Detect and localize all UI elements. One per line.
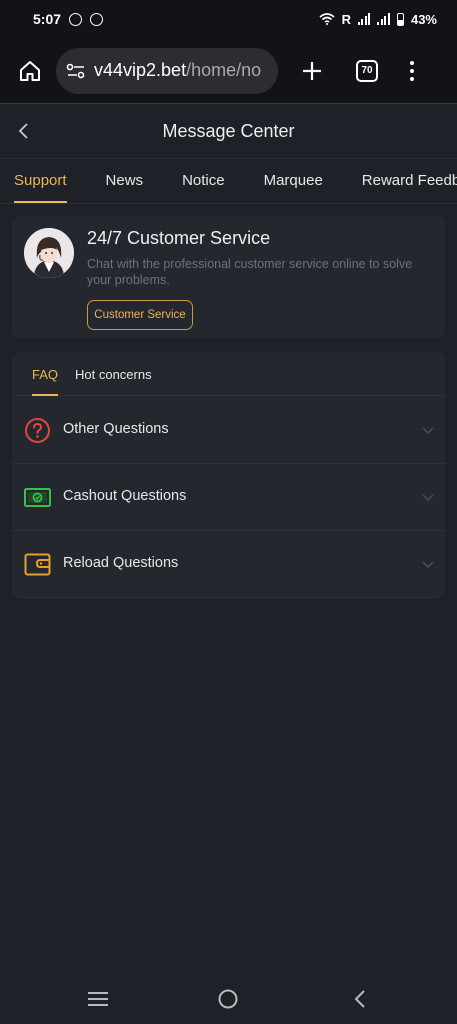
back-nav-icon[interactable] bbox=[347, 986, 373, 1012]
tab-news[interactable]: News bbox=[106, 160, 144, 203]
more-menu-icon[interactable] bbox=[400, 53, 424, 89]
faq-item-label: Cashout Questions bbox=[63, 488, 187, 504]
url-domain: v44vip2.bet bbox=[94, 60, 187, 80]
faq-item-label: Reload Questions bbox=[63, 555, 179, 571]
battery-level: 43% bbox=[410, 11, 437, 27]
signal-icon-2 bbox=[377, 13, 390, 25]
chevron-down-icon bbox=[422, 494, 434, 502]
page-header: Message Center bbox=[0, 105, 457, 159]
message-tabs: Support News Notice Marquee Reward Feedb bbox=[0, 160, 457, 204]
home-nav-icon[interactable] bbox=[215, 986, 241, 1012]
faq-tabs: FAQ Hot concerns bbox=[12, 352, 445, 396]
chevron-down-icon bbox=[422, 427, 434, 435]
url-text[interactable]: v44vip2.bet/home/no bbox=[94, 60, 261, 81]
tab-count: 70 bbox=[361, 65, 373, 76]
tab-support[interactable]: Support bbox=[14, 160, 67, 203]
wifi-icon bbox=[319, 13, 335, 25]
signal-icon bbox=[357, 13, 371, 25]
status-bar: 5:07 R 43% bbox=[0, 0, 457, 38]
tab-notice[interactable]: Notice bbox=[182, 160, 225, 203]
wallet-icon bbox=[24, 553, 51, 576]
system-navigation-bar bbox=[0, 972, 457, 1024]
browser-toolbar: v44vip2.bet/home/no 70 bbox=[0, 38, 457, 104]
faq-item-reload[interactable]: Reload Questions bbox=[12, 531, 445, 598]
faq-item-cashout[interactable]: Cashout Questions bbox=[12, 464, 445, 531]
faq-item-other[interactable]: Other Questions bbox=[12, 397, 445, 464]
back-icon[interactable] bbox=[12, 119, 36, 143]
new-tab-icon[interactable] bbox=[294, 53, 330, 89]
customer-service-card: 24/7 Customer Service Chat with the prof… bbox=[12, 216, 445, 338]
tab-faq[interactable]: FAQ bbox=[32, 352, 59, 396]
address-bar[interactable]: v44vip2.bet/home/no bbox=[56, 47, 278, 94]
chrome-icon bbox=[90, 12, 104, 26]
faq-card: FAQ Hot concerns Other Questions Cashout… bbox=[12, 352, 445, 598]
tab-switcher-button[interactable]: 70 bbox=[356, 59, 378, 82]
site-settings-icon[interactable] bbox=[64, 59, 88, 83]
customer-service-title: 24/7 Customer Service bbox=[87, 228, 271, 248]
tab-reward-feedback[interactable]: Reward Feedb bbox=[362, 160, 457, 203]
tab-marquee[interactable]: Marquee bbox=[264, 160, 323, 203]
roaming-indicator: R bbox=[341, 11, 351, 27]
page-title: Message Center bbox=[162, 121, 295, 141]
agent-avatar bbox=[24, 228, 74, 278]
faq-item-label: Other Questions bbox=[63, 421, 169, 437]
home-icon[interactable] bbox=[14, 55, 46, 87]
customer-service-description: Chat with the professional customer serv… bbox=[87, 257, 413, 287]
tab-hot-concerns[interactable]: Hot concerns bbox=[75, 352, 152, 396]
status-time: 5:07 bbox=[33, 11, 62, 27]
cash-icon bbox=[24, 488, 51, 507]
question-icon bbox=[25, 418, 50, 443]
url-path: /home/no bbox=[186, 60, 262, 80]
whatsapp-icon bbox=[69, 12, 83, 26]
battery-icon bbox=[396, 12, 404, 26]
chevron-down-icon bbox=[422, 561, 434, 569]
recents-icon[interactable] bbox=[85, 986, 111, 1012]
customer-service-button[interactable]: Customer Service bbox=[87, 300, 193, 330]
